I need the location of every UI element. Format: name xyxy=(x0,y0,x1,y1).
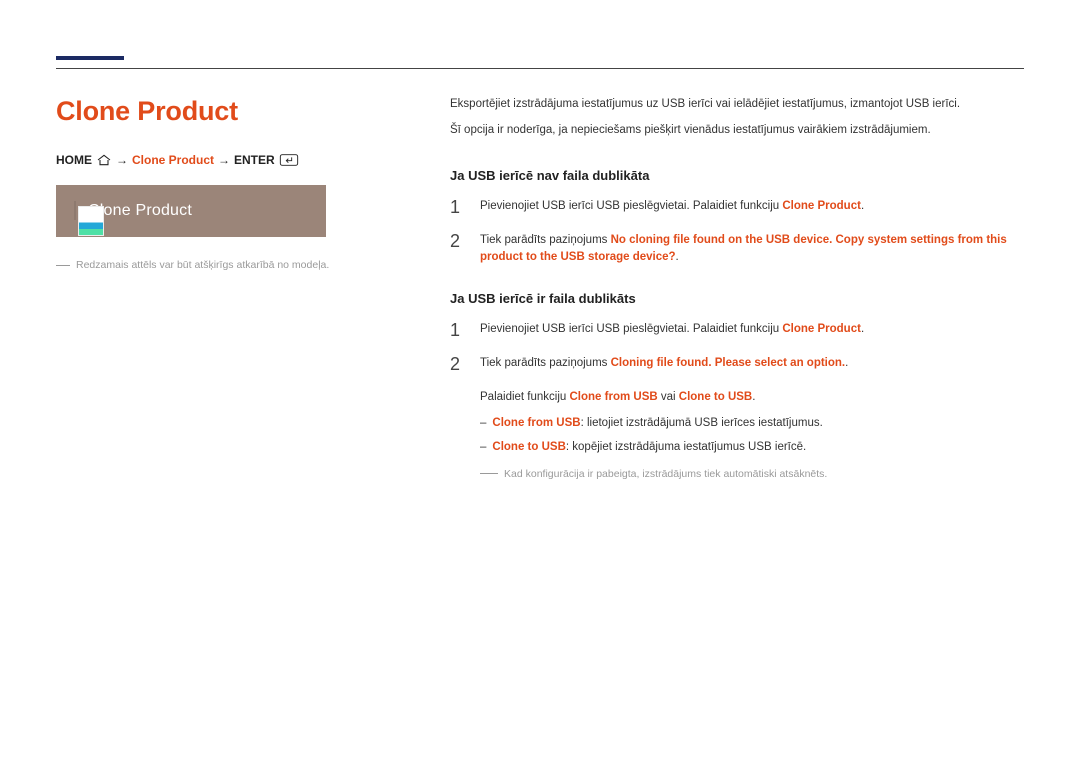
step-text: Pievienojiet USB ierīci USB pieslēgvieta… xyxy=(480,200,782,212)
dash-icon: ‒ xyxy=(480,415,486,433)
note-text: Redzamais attēls var būt atšķirīgs atkar… xyxy=(76,259,329,271)
section-heading-has-duplicate: Ja USB ierīcē ir faila dublikāts xyxy=(450,289,1024,309)
intro-paragraph-1: Eksportējiet izstrādājuma iestatījumus u… xyxy=(450,96,1024,114)
step-number: 2 xyxy=(450,232,466,252)
step-row: 1 Pievienojiet USB ierīci USB pieslēgvie… xyxy=(450,321,1024,341)
step-number: 1 xyxy=(450,198,466,218)
sub-text-pre: Palaidiet funkciju xyxy=(480,391,570,403)
final-note: Kad konfigurācija ir pabeigta, izstrādāj… xyxy=(480,466,1024,482)
step-text-post: . xyxy=(676,251,679,263)
step-text-post: . xyxy=(861,323,864,335)
bullet-body: Clone to USB: kopējiet izstrādājuma iest… xyxy=(492,439,806,457)
model-disclaimer-note: Redzamais attēls var būt atšķirīgs atkar… xyxy=(56,259,416,271)
step-row: 1 Pievienojiet USB ierīci USB pieslēgvie… xyxy=(450,198,1024,218)
note-dash-icon xyxy=(56,265,70,266)
home-icon xyxy=(96,154,112,166)
step-number: 2 xyxy=(450,355,466,375)
step-text: Tiek parādīts paziņojums xyxy=(480,234,611,246)
breadcrumb-home: HOME xyxy=(56,153,92,167)
breadcrumb-clone-product: Clone Product xyxy=(132,153,214,167)
bullet-body: Clone from USB: lietojiet izstrādājumā U… xyxy=(492,415,822,433)
section-heading-no-duplicate: Ja USB ierīcē nav faila dublikāta xyxy=(450,166,1024,186)
step-body: Pievienojiet USB ierīci USB pieslēgvieta… xyxy=(480,198,1024,216)
clone-to-usb-label: Clone to USB xyxy=(679,391,752,403)
intro-paragraph-2: Šī opcija ir noderīga, ja nepieciešams p… xyxy=(450,122,1024,140)
bullet-row: ‒ Clone from USB: lietojiet izstrādājumā… xyxy=(480,415,1024,433)
step-text-post: . xyxy=(845,357,848,369)
right-column: Eksportējiet izstrādājuma iestatījumus u… xyxy=(450,96,1024,483)
page-tab-marker xyxy=(56,56,124,60)
breadcrumb: HOME → Clone Product → ENTER xyxy=(56,153,416,167)
final-note-text: Kad konfigurācija ir pabeigta, izstrādāj… xyxy=(504,466,827,482)
clone-product-icon xyxy=(74,202,76,220)
message-cloning-file-found: Cloning file found. Please select an opt… xyxy=(611,357,846,369)
step-text: Tiek parādīts paziņojums xyxy=(480,357,611,369)
enter-icon xyxy=(279,154,295,166)
sub-text-post: . xyxy=(752,391,755,403)
step-row: 2 Tiek parādīts paziņojums Cloning file … xyxy=(450,355,1024,375)
intro-block: Eksportējiet izstrādājuma iestatījumus u… xyxy=(450,96,1024,140)
step-body: Pievienojiet USB ierīci USB pieslēgvieta… xyxy=(480,321,1024,339)
bullet-text: : kopējiet izstrādājuma iestatījumus USB… xyxy=(566,441,806,453)
note-dash-icon xyxy=(480,473,498,474)
bullet-text: : lietojiet izstrādājumā USB ierīces ies… xyxy=(581,417,823,429)
dash-icon: ‒ xyxy=(480,439,486,457)
clone-from-usb-label: Clone from USB xyxy=(570,391,658,403)
breadcrumb-enter: ENTER xyxy=(234,153,275,167)
page-container: Clone Product HOME → Clone Product → ENT… xyxy=(56,96,1024,483)
left-column: Clone Product HOME → Clone Product → ENT… xyxy=(56,96,416,483)
sub-instruction: Palaidiet funkciju Clone from USB vai Cl… xyxy=(480,389,1024,407)
step-text-post: . xyxy=(861,200,864,212)
step-row: 2 Tiek parādīts paziņojums No cloning fi… xyxy=(450,232,1024,268)
step-body: Tiek parādīts paziņojums No cloning file… xyxy=(480,232,1024,268)
step-number: 1 xyxy=(450,321,466,341)
breadcrumb-arrow: → xyxy=(218,153,230,167)
breadcrumb-arrow: → xyxy=(116,153,128,167)
menu-screenshot: Clone Product xyxy=(56,185,326,237)
clone-from-usb-label: Clone from USB xyxy=(492,417,580,429)
clone-product-label: Clone Product xyxy=(782,323,861,335)
clone-to-usb-label: Clone to USB xyxy=(492,441,565,453)
step-body: Tiek parādīts paziņojums Cloning file fo… xyxy=(480,355,1024,373)
step-text: Pievienojiet USB ierīci USB pieslēgvieta… xyxy=(480,323,782,335)
sub-text-mid: vai xyxy=(658,391,679,403)
clone-product-label: Clone Product xyxy=(782,200,861,212)
top-horizontal-rule xyxy=(56,68,1024,69)
page-title: Clone Product xyxy=(56,96,416,127)
bullet-row: ‒ Clone to USB: kopējiet izstrādājuma ie… xyxy=(480,439,1024,457)
